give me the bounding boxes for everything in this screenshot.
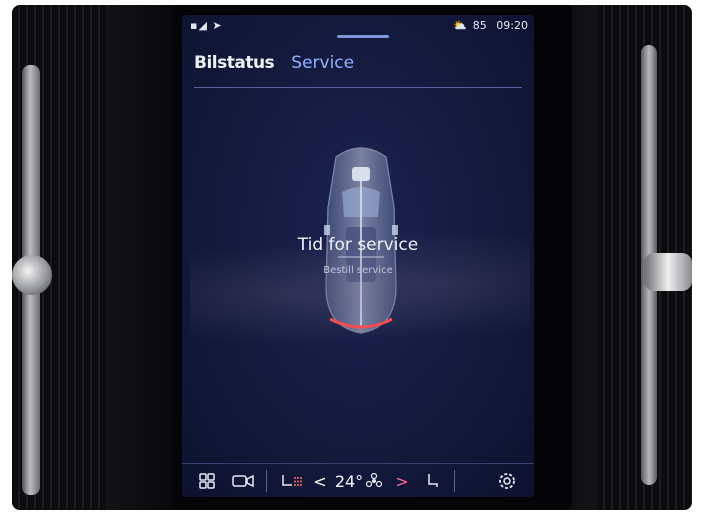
location-icon: ➤	[212, 19, 223, 32]
seat-heat-icon[interactable]	[278, 472, 306, 490]
pull-down-handle[interactable]	[337, 35, 389, 38]
climate-status-icon: ⛅	[453, 19, 467, 32]
camera-icon[interactable]	[230, 472, 256, 490]
temp-decrease-arrow[interactable]: <	[312, 472, 328, 491]
right-vent-knob	[644, 253, 692, 291]
status-bar: ▪◢ ➤ ⛅ 85 09:20	[182, 15, 534, 39]
seat-icon[interactable]	[422, 472, 442, 490]
app-grid-icon[interactable]	[196, 472, 218, 490]
climate-bar: < 24° >	[182, 463, 534, 497]
cabin-temperature[interactable]: 24°	[334, 472, 364, 491]
tab-service[interactable]: Service	[291, 53, 354, 73]
fan-icon[interactable]	[364, 472, 384, 490]
settings-gear-icon[interactable]	[496, 472, 518, 490]
clock: 09:20	[496, 19, 528, 32]
left-vent-knob	[12, 255, 52, 295]
bar-divider-right	[454, 470, 455, 492]
tab-divider	[194, 87, 522, 88]
book-service-link[interactable]: Bestill service	[182, 265, 534, 276]
status-right: ⛅ 85 09:20	[447, 19, 528, 32]
infotainment-screen: ▪◢ ➤ ⛅ 85 09:20 Bilstatus Service Tid fo…	[182, 15, 534, 497]
signal-icon: ▪◢	[190, 19, 208, 32]
temp-increase-arrow[interactable]: >	[394, 472, 410, 491]
status-temp: 85	[472, 19, 487, 32]
tab-bilstatus[interactable]: Bilstatus	[194, 53, 275, 73]
tab-bar: Bilstatus Service	[194, 53, 354, 83]
bar-divider-left	[266, 470, 267, 492]
service-title: Tid for service	[297, 235, 419, 255]
status-left-icons: ▪◢ ➤	[190, 19, 223, 32]
